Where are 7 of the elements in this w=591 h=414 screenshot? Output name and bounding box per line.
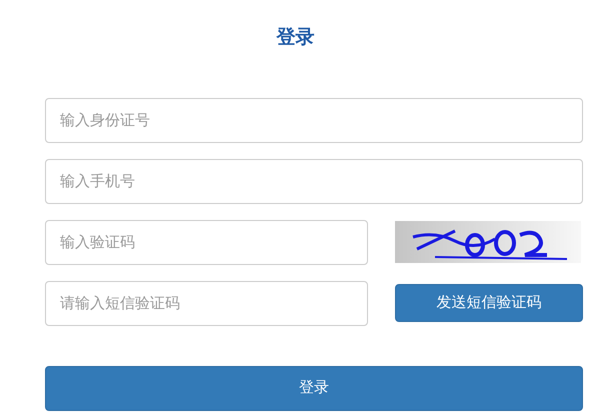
input-field[interactable]: 输入手机号 xyxy=(45,158,583,204)
login-button[interactable]: 登录 xyxy=(45,366,583,410)
page-title: 登录 xyxy=(276,26,314,50)
input-field[interactable]: 输入验证码 xyxy=(45,220,368,264)
input-field[interactable]: 输入身份证号 xyxy=(45,98,583,142)
send-code-button[interactable]: 发送短信验证码 xyxy=(395,284,583,322)
input-field[interactable]: 请输入短信验证码 xyxy=(45,280,368,326)
